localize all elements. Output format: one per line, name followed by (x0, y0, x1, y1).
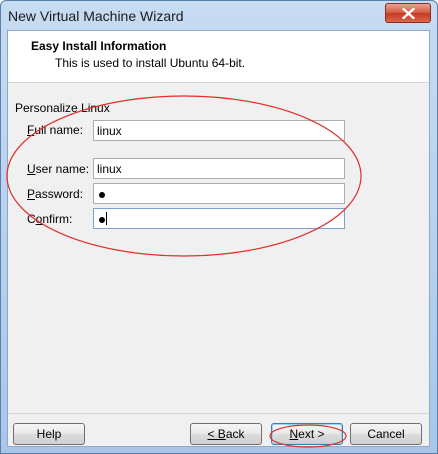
help-button[interactable]: Help (13, 423, 85, 445)
header-panel: Easy Install Information This is used to… (8, 31, 429, 83)
page-subtitle: This is used to install Ubuntu 64-bit. (55, 56, 246, 70)
user-name-value: linux (97, 162, 122, 176)
window-title: New Virtual Machine Wizard (8, 8, 184, 24)
close-button[interactable] (385, 3, 431, 23)
personalize-group-label: Personalize Linux (15, 101, 110, 115)
confirm-label: Confirm: (27, 212, 73, 226)
password-field[interactable] (93, 183, 345, 204)
page-title: Easy Install Information (31, 39, 167, 53)
confirm-password-field[interactable] (93, 208, 345, 229)
full-name-value: linux (97, 124, 122, 138)
next-button[interactable]: Next > (271, 423, 343, 445)
footer-divider (8, 413, 429, 414)
user-name-field[interactable]: linux (93, 158, 345, 179)
full-name-label: Full name: (27, 123, 84, 137)
back-button[interactable]: < Back (190, 423, 262, 445)
user-name-label: User name: (27, 162, 90, 176)
close-icon (402, 8, 415, 19)
text-caret (106, 212, 107, 225)
dialog-client-area: Easy Install Information This is used to… (7, 30, 430, 447)
full-name-field[interactable]: linux (93, 120, 345, 141)
password-label: Password: (27, 187, 84, 201)
title-bar[interactable]: New Virtual Machine Wizard (1, 1, 437, 31)
confirm-mask-dot (99, 217, 105, 223)
cancel-button[interactable]: Cancel (350, 423, 422, 445)
password-mask-dot (99, 192, 105, 198)
